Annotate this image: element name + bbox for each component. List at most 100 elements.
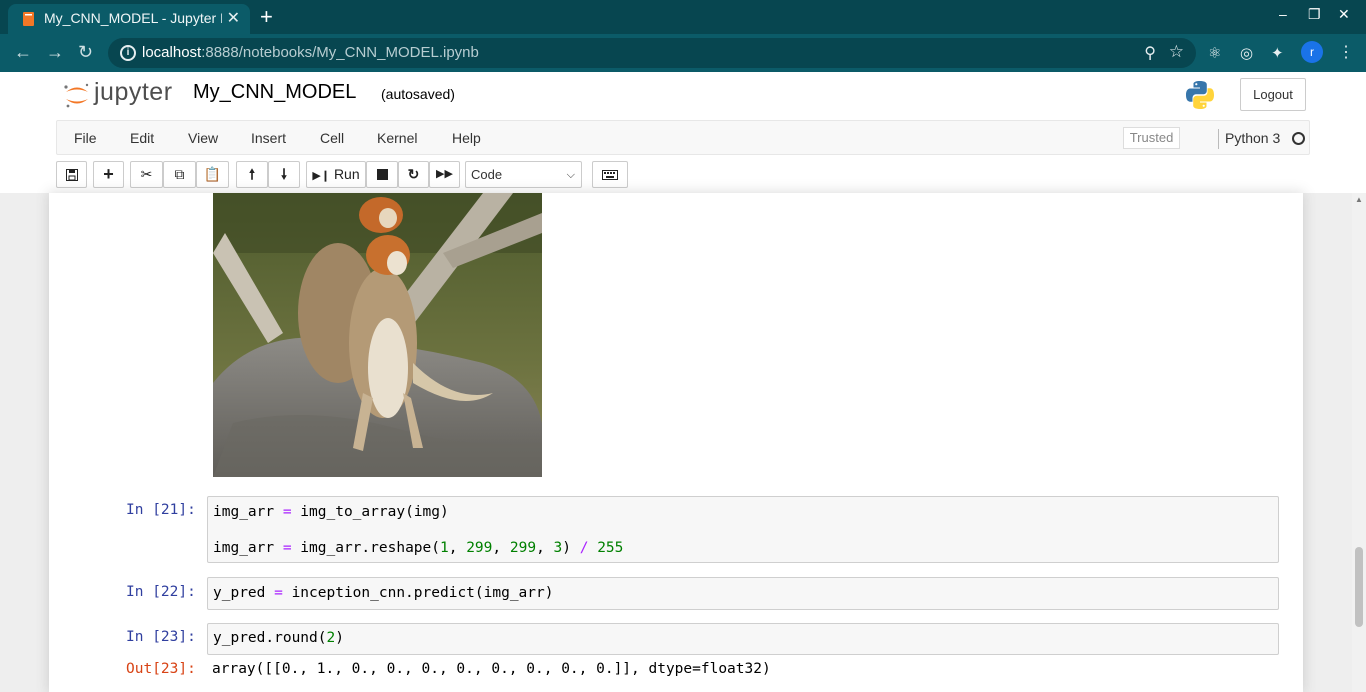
arrow-up-icon: 🠕 <box>248 166 255 182</box>
scrollbar-thumb[interactable] <box>1355 547 1363 627</box>
move-down-button[interactable]: 🠗 <box>268 161 300 188</box>
restart-run-all-button[interactable]: ▶▶ <box>429 161 460 188</box>
forward-icon[interactable]: → <box>46 42 64 63</box>
browser-menu-icon[interactable]: ⋮ <box>1338 42 1354 62</box>
page-scrollbar[interactable]: ▲ <box>1352 193 1366 692</box>
interrupt-button[interactable] <box>366 161 398 188</box>
run-button[interactable]: ▶❙ Run <box>306 161 366 188</box>
menu-help[interactable]: Help <box>452 130 481 146</box>
cell-22-in-prompt: In [22]: <box>126 584 196 600</box>
code-token: 2 <box>326 630 336 646</box>
arrow-down-icon: 🠗 <box>280 166 287 182</box>
cell-23-code-editor[interactable]: y_pred.round(2) <box>207 623 1279 655</box>
jupyter-logo-icon[interactable] <box>62 80 92 110</box>
cut-button[interactable]: ✂ <box>130 161 163 188</box>
menu-view[interactable]: View <box>188 130 218 146</box>
save-button[interactable] <box>56 161 87 188</box>
address-toolbar: ← → ↻ i localhost:8888/notebooks/My_CNN_… <box>0 34 1366 72</box>
step-forward-icon: ▶❙ <box>312 170 331 182</box>
monkey-photo-image <box>213 193 542 477</box>
cell-23-output: array([[0., 1., 0., 0., 0., 0., 0., 0., … <box>212 661 771 677</box>
minimize-icon[interactable]: – <box>1279 6 1287 22</box>
logout-button[interactable]: Logout <box>1240 78 1306 111</box>
cell-23-line-1: y_pred.round(2) <box>213 630 344 646</box>
kernel-name[interactable]: Python 3 <box>1225 130 1280 146</box>
browser-tab[interactable]: My_CNN_MODEL - Jupyter Notebook ✕ <box>8 4 250 34</box>
paste-button[interactable]: 📋 <box>196 161 229 188</box>
code-token: = <box>282 504 292 520</box>
code-token: img_arr <box>213 504 283 520</box>
cell-22-code-editor[interactable]: y_pred = inception_cnn.predict(img_arr) <box>207 577 1279 610</box>
code-token: , <box>448 540 467 556</box>
code-token: , <box>536 540 554 556</box>
fast-forward-icon: ▶▶ <box>436 168 453 180</box>
paste-icon: 📋 <box>203 166 222 182</box>
reload-icon[interactable]: ↻ <box>78 42 93 63</box>
url-bar[interactable]: i localhost:8888/notebooks/My_CNN_MODEL.… <box>108 38 1196 68</box>
stop-icon <box>376 169 388 180</box>
extension-target-icon[interactable]: ◎ <box>1240 44 1253 62</box>
url-host: localhost <box>142 44 202 61</box>
code-token: y_pred.round( <box>213 630 327 646</box>
notebook-area: In [21]: img_arr = img_to_array(img) img… <box>0 193 1352 692</box>
copy-button[interactable]: ⧉ <box>163 161 196 188</box>
menu-kernel[interactable]: Kernel <box>377 130 417 146</box>
jupyter-header: jupyter My_CNN_MODEL (autosaved) Logout … <box>0 72 1366 193</box>
extensions-puzzle-icon[interactable]: ✦ <box>1271 44 1284 62</box>
menu-cell[interactable]: Cell <box>320 130 344 146</box>
autosave-status: (autosaved) <box>381 86 455 102</box>
command-palette-button[interactable] <box>592 161 628 188</box>
code-token: y_pred <box>213 585 275 601</box>
cell-21-line-2: img_arr = img_arr.reshape(1, 299, 299, 3… <box>213 540 623 556</box>
code-token: = <box>282 540 292 556</box>
move-up-button[interactable]: 🠕 <box>236 161 268 188</box>
new-tab-icon[interactable]: + <box>260 4 273 30</box>
url-text: localhost:8888/notebooks/My_CNN_MODEL.ip… <box>142 44 479 61</box>
code-token: inception_cnn.predict(img_arr) <box>282 585 554 601</box>
notebook-title[interactable]: My_CNN_MODEL <box>193 81 356 104</box>
menu-file[interactable]: File <box>74 130 97 146</box>
restart-button[interactable]: ↻ <box>398 161 429 188</box>
cell-21-line-1: img_arr = img_to_array(img) <box>213 504 449 520</box>
profile-avatar[interactable]: r <box>1301 41 1323 63</box>
python-logo-icon <box>1186 81 1214 109</box>
site-info-icon[interactable]: i <box>120 45 136 61</box>
url-path: :8888/notebooks/My_CNN_MODEL.ipynb <box>201 44 479 61</box>
kernel-idle-indicator-icon <box>1292 132 1305 145</box>
output-image <box>213 193 542 477</box>
cell-22-line-1: y_pred = inception_cnn.predict(img_arr) <box>213 585 553 601</box>
code-token: img_arr <box>213 540 283 556</box>
browser-tab-bar: My_CNN_MODEL - Jupyter Notebook ✕ + – ❐ … <box>0 0 1366 34</box>
zoom-icon[interactable]: ⚲ <box>1144 43 1156 63</box>
maximize-icon[interactable]: ❐ <box>1308 6 1321 23</box>
bookmark-star-icon[interactable]: ☆ <box>1169 42 1184 62</box>
tab-close-icon[interactable]: ✕ <box>227 8 240 28</box>
insert-cell-button[interactable]: + <box>93 161 124 188</box>
cell-21-code-editor[interactable]: img_arr = img_to_array(img) img_arr = im… <box>207 496 1279 563</box>
menu-bar: File Edit View Insert Cell Kernel Help T… <box>56 120 1310 155</box>
restart-icon: ↻ <box>407 166 420 182</box>
trusted-indicator[interactable]: Trusted <box>1123 127 1180 149</box>
copy-icon: ⧉ <box>174 166 185 182</box>
react-devtools-icon[interactable]: ⚛ <box>1208 44 1221 62</box>
kernel-separator <box>1218 129 1219 149</box>
menu-edit[interactable]: Edit <box>130 130 154 146</box>
scroll-up-icon[interactable]: ▲ <box>1355 195 1363 204</box>
code-token: 299 <box>509 540 537 556</box>
window-close-icon[interactable]: ✕ <box>1338 6 1350 23</box>
cell-21-in-prompt: In [21]: <box>126 502 196 518</box>
run-label: Run <box>333 166 360 182</box>
keyboard-icon <box>602 170 618 180</box>
code-token: , <box>492 540 510 556</box>
jupyter-logo-text[interactable]: jupyter <box>94 78 173 107</box>
menu-insert[interactable]: Insert <box>251 130 286 146</box>
code-token: ) <box>562 540 580 556</box>
cell-23-in-prompt: In [23]: <box>126 629 196 645</box>
back-icon[interactable]: ← <box>14 42 32 63</box>
code-token: 299 <box>466 540 493 556</box>
code-token: = <box>274 585 283 601</box>
cell-type-value: Code <box>471 167 503 182</box>
cell-23-out-prompt: Out[23]: <box>126 661 196 677</box>
cell-type-select[interactable]: Code ⌵ <box>465 161 582 188</box>
